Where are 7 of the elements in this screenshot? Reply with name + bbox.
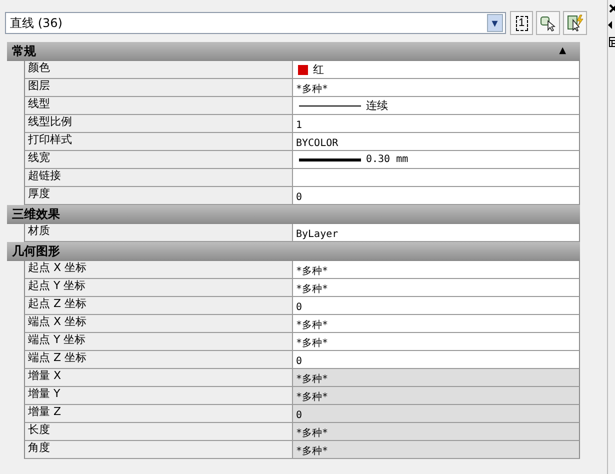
select-objects-button[interactable] [536, 11, 560, 35]
section-header[interactable]: 几何图形 [7, 242, 580, 261]
toggle-pickadd-button[interactable]: 1 [510, 11, 534, 35]
section-header[interactable]: 三维效果 [7, 205, 580, 224]
object-type-dropdown[interactable]: 直线 (36) ▾ [5, 12, 506, 34]
quick-select-button[interactable] [563, 11, 587, 35]
section-header[interactable]: 常规 ▲ [7, 42, 580, 61]
